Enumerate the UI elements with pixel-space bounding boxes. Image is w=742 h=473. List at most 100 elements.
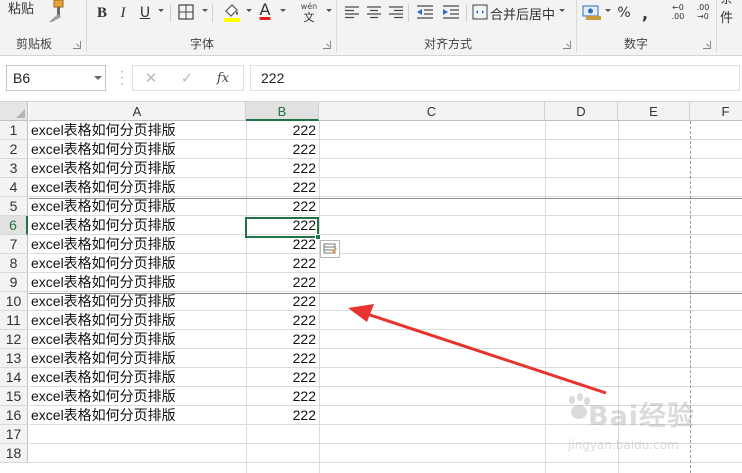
font-color-button[interactable]: A <box>256 0 274 22</box>
decrease-indent-icon[interactable] <box>416 4 434 23</box>
cell-b[interactable]: 222 <box>247 159 316 178</box>
cell-b[interactable]: 222 <box>247 387 316 406</box>
cell-a[interactable]: excel表格如何分页排版 <box>31 121 176 140</box>
comma-button[interactable]: , <box>640 2 650 24</box>
border-icon[interactable] <box>178 4 194 23</box>
column-header-c[interactable]: C <box>319 102 545 121</box>
row-header[interactable]: 8 <box>0 254 28 273</box>
enter-icon[interactable]: ✓ <box>169 69 205 87</box>
row-header[interactable]: 6 <box>0 216 28 235</box>
row-header[interactable]: 2 <box>0 140 28 159</box>
cell-a[interactable]: excel表格如何分页排版 <box>31 159 176 178</box>
row-header[interactable]: 4 <box>0 178 28 197</box>
cell-b[interactable]: 222 <box>247 178 316 197</box>
insert-function-icon[interactable]: fx <box>205 71 241 86</box>
row-header[interactable]: 12 <box>0 330 28 349</box>
bold-button[interactable]: B <box>92 2 112 24</box>
row-header[interactable]: 13 <box>0 349 28 368</box>
cell-a[interactable]: excel表格如何分页排版 <box>31 406 176 425</box>
formula-buttons: ✕ ✓ fx <box>132 65 244 91</box>
border-dropdown-icon[interactable] <box>202 9 208 12</box>
cancel-icon[interactable]: ✕ <box>133 69 169 87</box>
merge-center-dropdown-icon[interactable] <box>559 9 565 12</box>
font-launcher-icon[interactable] <box>323 41 331 49</box>
column-header-d[interactable]: D <box>545 102 618 121</box>
column-header-f[interactable]: F <box>690 102 742 121</box>
row-header[interactable]: 5 <box>0 197 28 216</box>
select-all-button[interactable] <box>0 102 28 121</box>
cell-a[interactable]: excel表格如何分页排版 <box>31 216 176 235</box>
cell-a[interactable]: excel表格如何分页排版 <box>31 292 176 311</box>
paste-button[interactable]: 粘贴 <box>8 0 34 18</box>
format-painter-icon[interactable] <box>46 0 68 25</box>
alignment-launcher-icon[interactable] <box>563 41 571 49</box>
cell-b[interactable]: 222 <box>247 197 316 216</box>
cell-b[interactable]: 222 <box>247 349 316 368</box>
column-header-a[interactable]: A <box>29 102 246 121</box>
clipboard-launcher-icon[interactable] <box>73 41 81 49</box>
conditional-formatting-button[interactable]: 条件 <box>720 0 742 26</box>
row-header[interactable]: 15 <box>0 387 28 406</box>
cell-b[interactable]: 222 <box>247 140 316 159</box>
row-header[interactable]: 3 <box>0 159 28 178</box>
accounting-dropdown-icon[interactable] <box>605 9 611 12</box>
percent-button[interactable]: % <box>616 2 632 24</box>
cell-a[interactable]: excel表格如何分页排版 <box>31 349 176 368</box>
row-header[interactable]: 14 <box>0 368 28 387</box>
cell-a[interactable]: excel表格如何分页排版 <box>31 235 176 254</box>
align-left-icon[interactable] <box>344 5 360 22</box>
quick-analysis-button[interactable] <box>320 240 340 258</box>
phonetic-button[interactable]: wén 文 <box>296 1 322 23</box>
merge-center-icon[interactable] <box>472 4 488 23</box>
cell-a[interactable]: excel表格如何分页排版 <box>31 273 176 292</box>
worksheet-grid[interactable]: A B C D E F 1 excel表格如何分页排版 222 2 excel表格如何分… <box>0 102 742 473</box>
fill-color-icon[interactable] <box>222 2 242 25</box>
cell-b[interactable]: 222 <box>247 406 316 425</box>
formula-input[interactable]: 222 <box>250 65 740 91</box>
underline-dropdown-icon[interactable] <box>158 9 164 12</box>
cell-b[interactable]: 222 <box>247 330 316 349</box>
cell-b[interactable]: 222 <box>247 368 316 387</box>
increase-indent-icon[interactable] <box>442 4 460 23</box>
column-header-e[interactable]: E <box>618 102 690 121</box>
column-header-b[interactable]: B <box>246 102 319 121</box>
gridline <box>545 121 546 473</box>
row-header[interactable]: 18 <box>0 444 28 463</box>
cell-a[interactable]: excel表格如何分页排版 <box>31 178 176 197</box>
phonetic-dropdown-icon[interactable] <box>326 9 332 12</box>
cell-a[interactable]: excel表格如何分页排版 <box>31 197 176 216</box>
name-box[interactable]: B6 <box>6 65 106 91</box>
cell-b[interactable]: 222 <box>247 254 316 273</box>
cell-a[interactable]: excel表格如何分页排版 <box>31 330 176 349</box>
cell-b[interactable]: 222 <box>247 292 316 311</box>
row-header[interactable]: 11 <box>0 311 28 330</box>
formula-bar-grip-icon[interactable]: · · · <box>120 66 124 90</box>
increase-decimal-button[interactable]: ←0 .00 <box>667 3 689 21</box>
row-header[interactable]: 7 <box>0 235 28 254</box>
row-header[interactable]: 16 <box>0 406 28 425</box>
cell-a[interactable]: excel表格如何分页排版 <box>31 387 176 406</box>
decrease-decimal-button[interactable]: .00 →0 <box>692 3 714 21</box>
cell-b[interactable]: 222 <box>247 121 316 140</box>
row-header[interactable]: 1 <box>0 121 28 140</box>
accounting-format-icon[interactable] <box>582 3 602 24</box>
ribbon: 粘贴 剪贴板 B I U A wén 文 字体 合并后居中 对齐方式 % , ←… <box>0 0 742 56</box>
cell-a[interactable]: excel表格如何分页排版 <box>31 140 176 159</box>
row-header[interactable]: 10 <box>0 292 28 311</box>
cell-b[interactable]: 222 <box>247 273 316 292</box>
cell-b[interactable]: 222 <box>247 311 316 330</box>
cell-a[interactable]: excel表格如何分页排版 <box>31 368 176 387</box>
italic-button[interactable]: I <box>114 2 132 24</box>
align-center-icon[interactable] <box>366 5 382 22</box>
underline-button[interactable]: U <box>136 2 154 24</box>
merge-center-button[interactable]: 合并后居中 <box>490 2 555 24</box>
cell-a[interactable]: excel表格如何分页排版 <box>31 254 176 273</box>
cell-a[interactable]: excel表格如何分页排版 <box>31 311 176 330</box>
fill-color-dropdown-icon[interactable] <box>246 9 252 12</box>
font-color-dropdown-icon[interactable] <box>280 9 286 12</box>
row-header[interactable]: 17 <box>0 425 28 444</box>
name-box-dropdown-icon[interactable] <box>94 76 102 80</box>
row-header[interactable]: 9 <box>0 273 28 292</box>
align-right-icon[interactable] <box>388 5 404 22</box>
number-launcher-icon[interactable] <box>703 41 711 49</box>
